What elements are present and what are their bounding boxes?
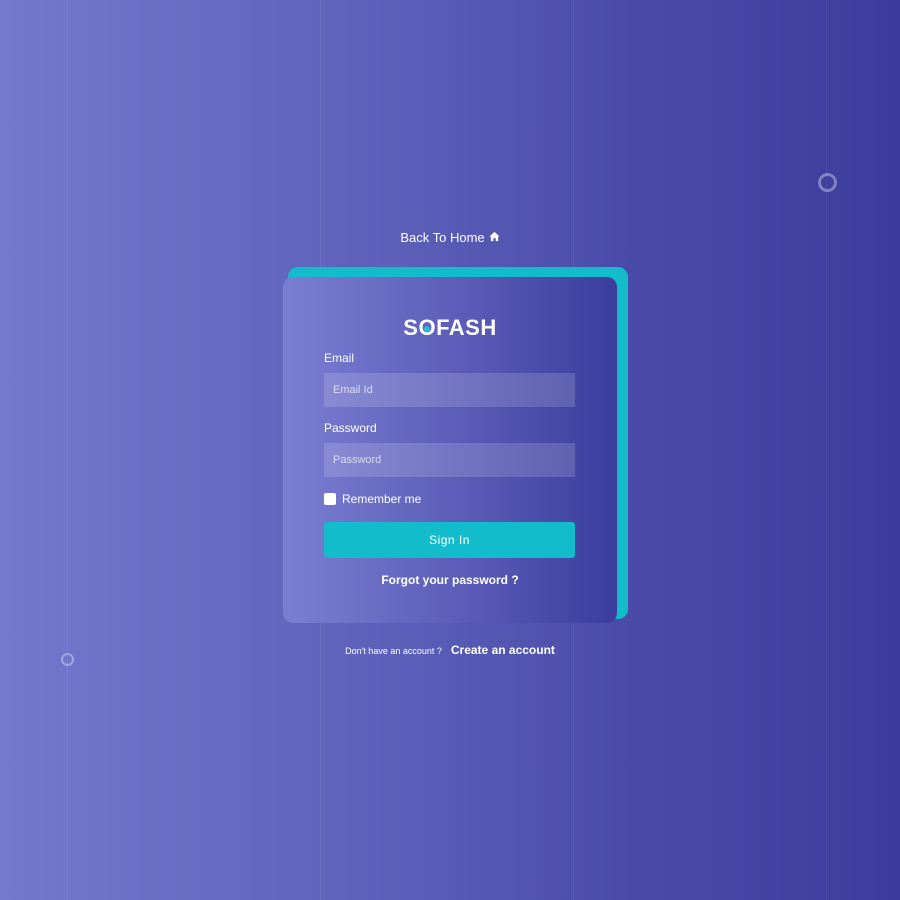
back-to-home-link[interactable]: Back To Home — [0, 230, 900, 245]
logo-dot-icon — [424, 325, 431, 332]
brand-logo: SOFASH — [324, 315, 576, 341]
remember-me-row: Remember me — [324, 492, 576, 506]
home-icon — [489, 230, 500, 245]
remember-me-checkbox[interactable] — [324, 493, 336, 505]
back-to-home-label: Back To Home — [400, 230, 485, 245]
no-account-text: Don't have an account ? — [345, 646, 442, 656]
background-line — [826, 0, 827, 900]
brand-logo-o: O — [418, 315, 436, 341]
email-label: Email — [324, 351, 355, 365]
login-card: SOFASH Email Password Remember me Sign I… — [283, 277, 617, 623]
password-field[interactable] — [324, 443, 575, 477]
brand-logo-text: S — [403, 315, 419, 340]
password-label: Password — [324, 421, 377, 435]
create-account-link[interactable]: Create an account — [451, 643, 555, 657]
sign-in-button[interactable]: Sign In — [324, 522, 575, 558]
signup-row: Don't have an account ? Create an accoun… — [0, 643, 900, 657]
remember-me-label: Remember me — [342, 492, 422, 506]
email-field[interactable] — [324, 373, 575, 407]
decorative-ring — [818, 173, 837, 192]
brand-logo-text: FASH — [436, 315, 497, 340]
forgot-password-link[interactable]: Forgot your password ? — [324, 573, 576, 587]
background-line — [67, 0, 68, 900]
